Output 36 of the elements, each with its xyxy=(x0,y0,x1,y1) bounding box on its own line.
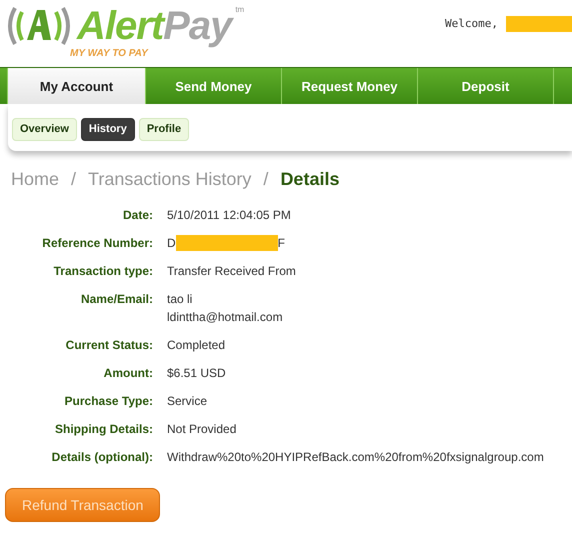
trademark: tm xyxy=(235,4,244,16)
sub-tab[interactable]: History xyxy=(80,118,135,140)
nav-tab[interactable]: My Account xyxy=(8,68,146,104)
field-value: tao li xyxy=(167,291,194,308)
breadcrumb-separator: / xyxy=(263,168,268,190)
breadcrumb-separator: / xyxy=(71,168,76,190)
field-label: Shipping Details: xyxy=(54,421,153,438)
breadcrumb-link[interactable]: Home xyxy=(11,168,60,190)
logo-icon xyxy=(5,4,73,48)
field-value: ldinttha@hotmail.com xyxy=(167,309,283,326)
field-value: 5/10/2011 12:04:05 PM xyxy=(167,207,291,224)
brand-name: Alert xyxy=(77,6,164,46)
field-value: Withdraw%20to%20HYIPRefBack.com%20from%20fxsignalgroup.com xyxy=(167,449,544,466)
breadcrumb-link[interactable]: Transactions History xyxy=(88,168,252,190)
sub-tab[interactable]: Overview xyxy=(12,118,77,140)
field-label: Amount: xyxy=(102,365,153,382)
field-label: Current Status: xyxy=(64,337,153,354)
field-value: D xyxy=(167,235,176,252)
breadcrumb-current: Details xyxy=(280,168,340,190)
field-label: Date: xyxy=(122,207,153,224)
field-label: Reference Number: xyxy=(41,235,153,252)
field-value: Not Provided xyxy=(167,421,236,438)
sub-tab[interactable]: Profile xyxy=(138,118,190,140)
field-value: Transfer Received From xyxy=(167,263,296,280)
refund-button[interactable]: Refund Transaction xyxy=(5,488,160,522)
field-value: F xyxy=(278,235,286,252)
field-label: Details (optional): xyxy=(50,449,153,466)
field-label: Transaction type: xyxy=(52,263,153,280)
brand-name: Pay xyxy=(163,6,232,46)
tagline: MY WAY TO PAY xyxy=(70,47,150,61)
welcome-text: Welcome, xyxy=(445,16,498,32)
field-label: Name/Email: xyxy=(80,291,153,308)
field-value: Completed xyxy=(167,337,226,354)
field-value: Service xyxy=(167,393,208,410)
field-value: $6.51 USD xyxy=(167,365,226,382)
field-label: Purchase Type: xyxy=(64,393,153,410)
